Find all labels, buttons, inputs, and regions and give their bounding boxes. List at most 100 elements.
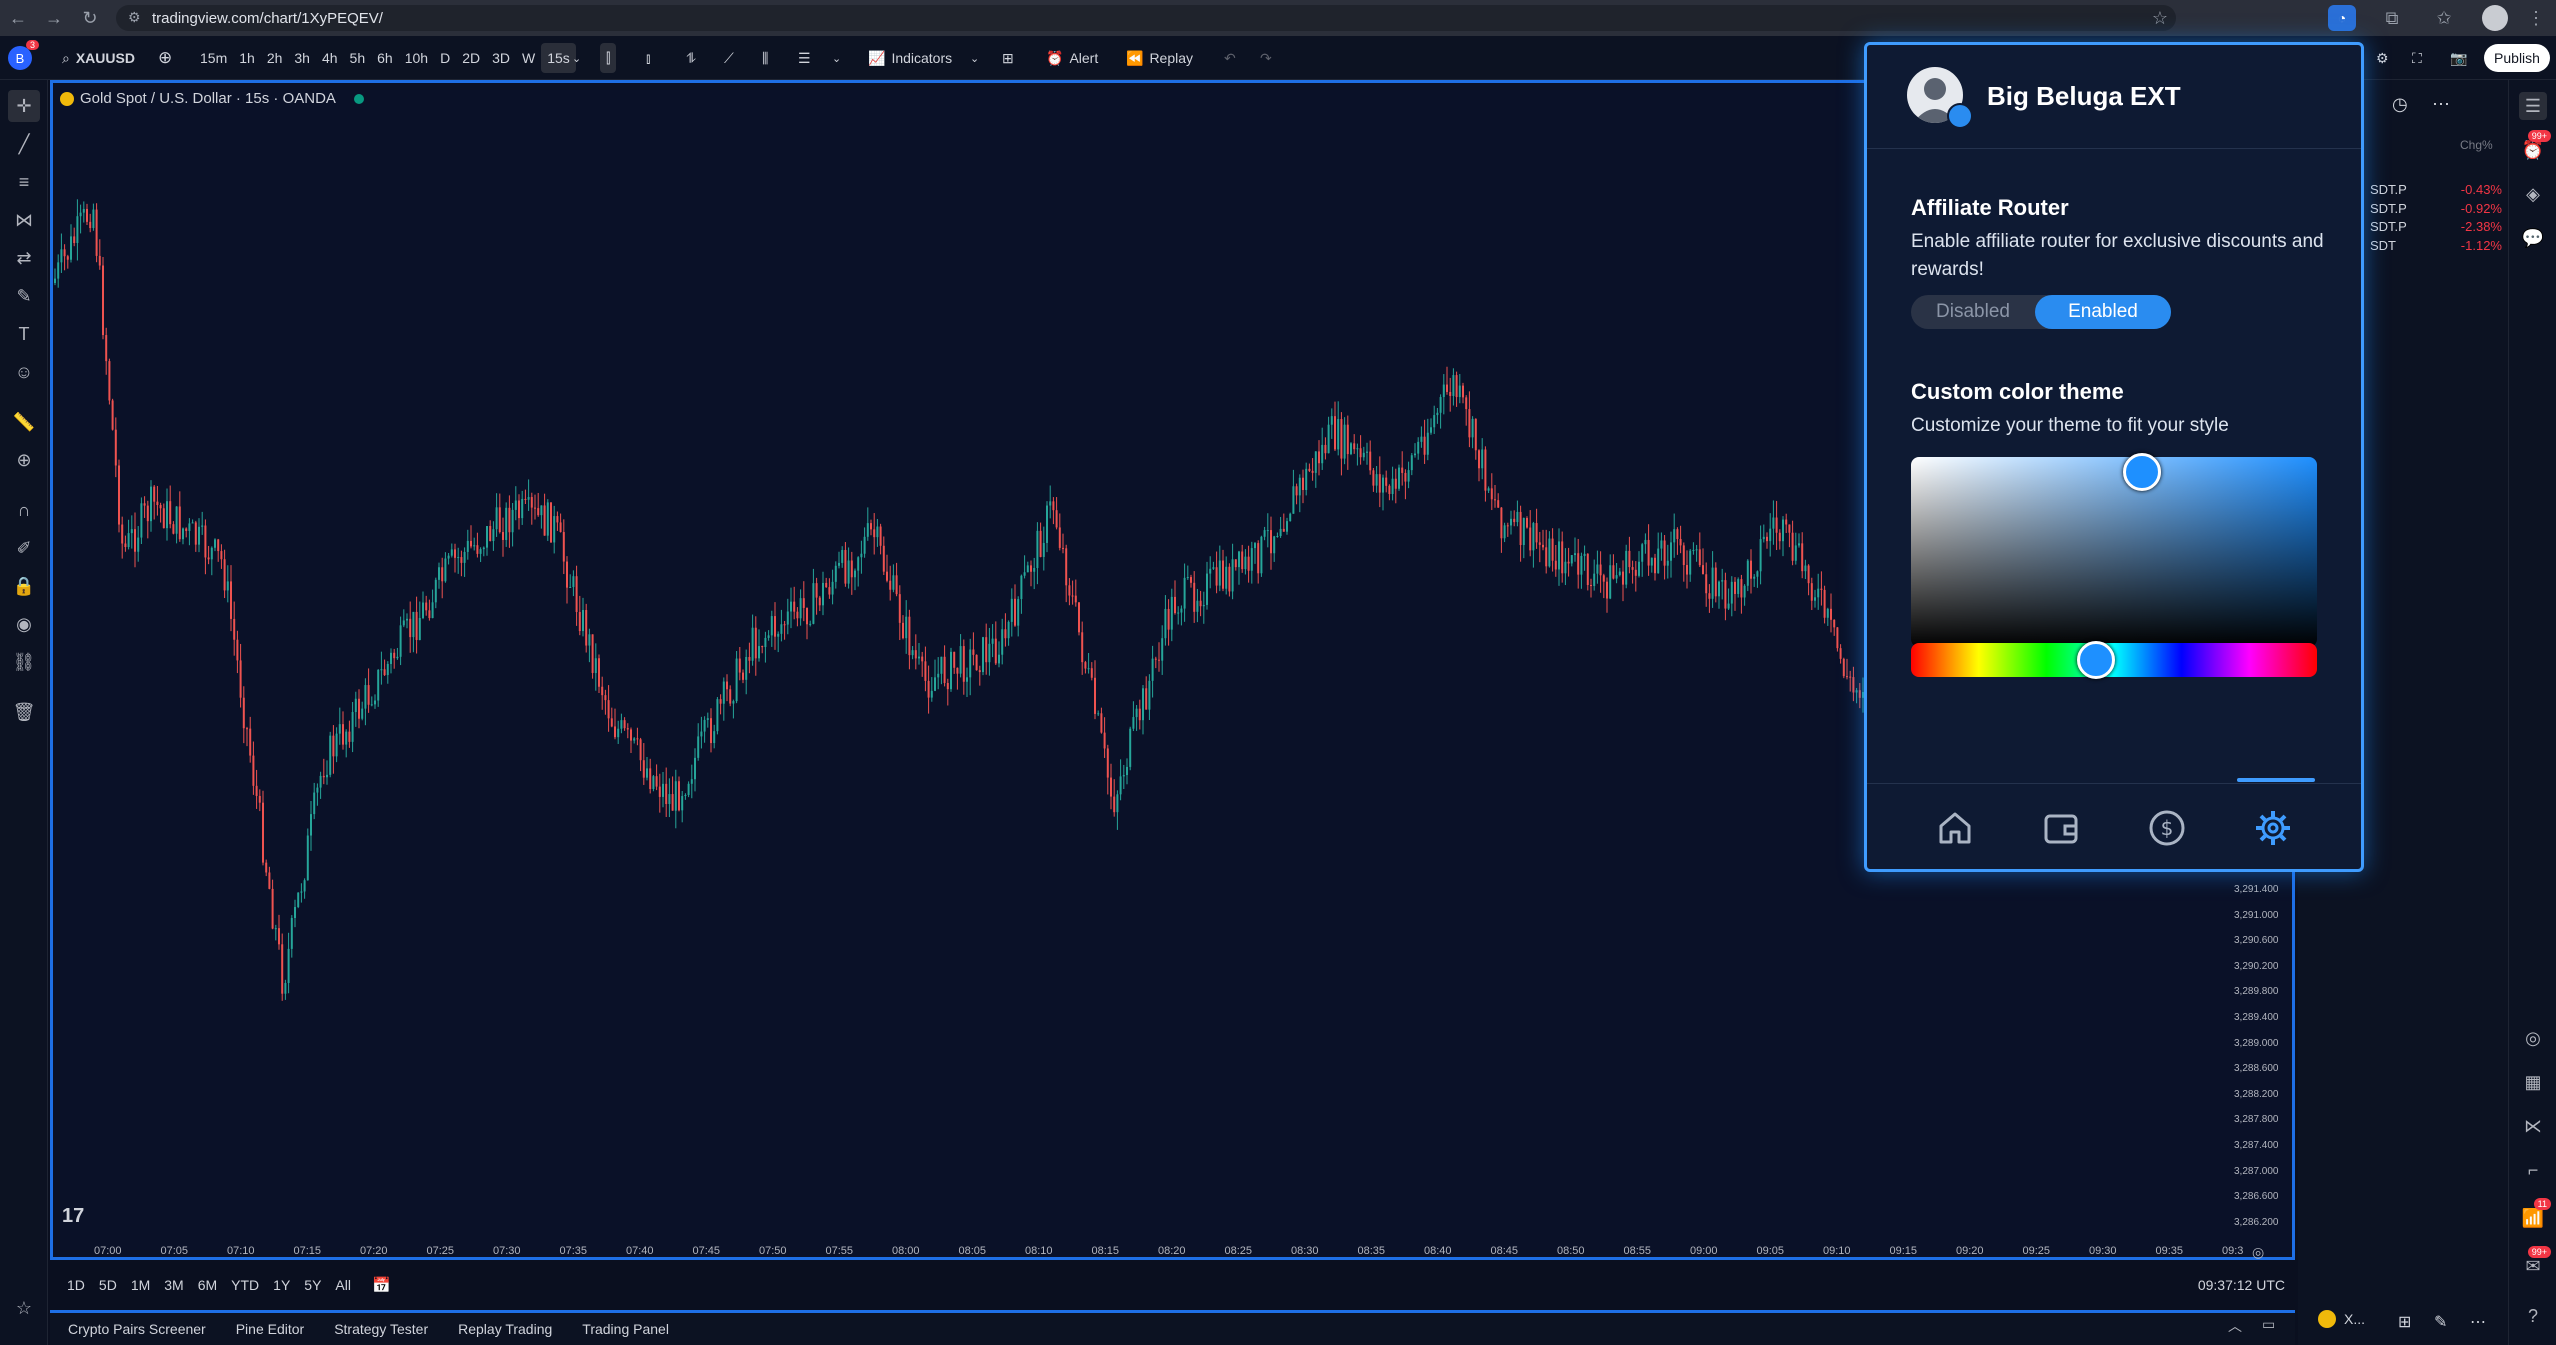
more-icon[interactable]: ⋯: [2470, 1312, 2486, 1332]
range-5d[interactable]: 5D: [92, 1277, 124, 1293]
lock-icon[interactable]: 🔒: [8, 570, 40, 602]
layout-grid-icon[interactable]: ⊞: [2398, 1312, 2411, 1332]
interval-1h[interactable]: 1h: [233, 43, 261, 73]
forecast-icon[interactable]: ⇄: [8, 242, 40, 274]
watchlist-footer[interactable]: X...: [2318, 1310, 2365, 1328]
indicators-dropdown-icon[interactable]: ⌄: [964, 43, 985, 73]
dollar-icon[interactable]: $: [2143, 804, 2191, 852]
watchlist-row[interactable]: SDT.P -0.92%: [2370, 201, 2502, 216]
panel-tab[interactable]: Crypto Pairs Screener: [56, 1321, 218, 1337]
emoji-icon[interactable]: ☺: [8, 356, 40, 388]
range-6m[interactable]: 6M: [191, 1277, 224, 1293]
ruler-icon[interactable]: 📏: [8, 406, 40, 438]
settings-icon[interactable]: ⚙: [2370, 43, 2395, 73]
watchlist-icon[interactable]: ☰: [2519, 92, 2547, 120]
trash-icon[interactable]: 🗑: [8, 696, 40, 728]
layout-icon[interactable]: ⊞: [996, 43, 1020, 73]
tv-logo[interactable]: B 3: [8, 40, 40, 70]
affiliate-toggle[interactable]: Disabled Enabled: [1911, 295, 2171, 329]
candles-icon[interactable]: ⫿: [600, 43, 617, 73]
home-icon[interactable]: [1931, 804, 1979, 852]
pencil-lock-icon[interactable]: ✐: [8, 532, 40, 564]
toggle-disabled[interactable]: Disabled: [1911, 295, 2035, 329]
watchlist-row[interactable]: SDT -1.12%: [2370, 238, 2502, 253]
watchlist-clock-icon[interactable]: ◷: [2392, 94, 2408, 115]
interval-5h[interactable]: 5h: [344, 43, 372, 73]
hue-knob[interactable]: [2077, 641, 2115, 679]
interval-3h[interactable]: 3h: [288, 43, 316, 73]
utc-clock[interactable]: 09:37:12 UTC: [2198, 1277, 2285, 1293]
replay-button[interactable]: ⏪ Replay: [1120, 43, 1199, 73]
fullscreen-icon[interactable]: ⛶: [2406, 43, 2428, 73]
watchlist-more-icon[interactable]: ⋯: [2432, 94, 2450, 115]
interval-2h[interactable]: 2h: [261, 43, 289, 73]
text-icon[interactable]: T: [8, 318, 40, 350]
site-info-icon[interactable]: ⚙: [128, 9, 141, 26]
interval-4h[interactable]: 4h: [316, 43, 344, 73]
columns-icon[interactable]: ☰: [792, 43, 817, 73]
panel-tab[interactable]: Pine Editor: [224, 1321, 316, 1337]
undo-icon[interactable]: ↶: [1218, 43, 1242, 73]
panel-tab[interactable]: Strategy Tester: [322, 1321, 440, 1337]
toggle-enabled[interactable]: Enabled: [2035, 295, 2171, 329]
calendar-icon[interactable]: 📅: [372, 1276, 391, 1294]
trendline-icon[interactable]: ╱: [8, 128, 40, 160]
extension-icon[interactable]: ◔: [2328, 5, 2356, 31]
panel-tab[interactable]: Trading Panel: [570, 1321, 681, 1337]
range-1y[interactable]: 1Y: [266, 1277, 297, 1293]
wallet-icon[interactable]: [2037, 804, 2085, 852]
redo-icon[interactable]: ↷: [1254, 43, 1278, 73]
range-ytd[interactable]: YTD: [224, 1277, 266, 1293]
magnet-icon[interactable]: ∩: [8, 494, 40, 526]
menu-icon[interactable]: ⋮: [2520, 2, 2552, 34]
saturation-knob[interactable]: [2123, 453, 2161, 491]
axis-settings-icon[interactable]: ◎: [2252, 1244, 2264, 1261]
alert-button[interactable]: ⏰ Alert: [1040, 43, 1104, 73]
interval-dropdown-icon[interactable]: ⌄: [566, 43, 587, 73]
edit-icon[interactable]: ✎: [2434, 1312, 2447, 1332]
watchlist-row[interactable]: SDT.P -0.43%: [2370, 182, 2502, 197]
chart-right-icon[interactable]: ⌐: [2519, 1156, 2547, 1184]
chart-type-dropdown-icon[interactable]: ⌄: [826, 43, 847, 73]
maximize-panel-icon[interactable]: ▭: [2262, 1316, 2275, 1333]
range-5y[interactable]: 5Y: [297, 1277, 328, 1293]
interval-3D[interactable]: 3D: [486, 43, 516, 73]
forward-icon[interactable]: →: [38, 2, 70, 34]
line-chart-icon[interactable]: ⟋: [718, 43, 740, 73]
interval-W[interactable]: W: [516, 43, 541, 73]
symbol-search[interactable]: ⌕ XAUUSD: [56, 43, 141, 73]
bars-icon[interactable]: ⫾: [640, 43, 656, 73]
alerts-icon[interactable]: ⏰ 99+: [2519, 130, 2551, 164]
reload-icon[interactable]: ↻: [74, 2, 106, 34]
watchlist-row[interactable]: SDT.P -2.38%: [2370, 219, 2502, 234]
camera-icon[interactable]: 📷: [2444, 43, 2473, 73]
chat-icon[interactable]: 💬: [2519, 224, 2547, 252]
eye-icon[interactable]: ◉: [8, 608, 40, 640]
pattern-icon[interactable]: ⋈: [8, 204, 40, 236]
interval-15m[interactable]: 15m: [194, 43, 233, 73]
target-icon[interactable]: ◎: [2519, 1024, 2547, 1052]
profile-icon[interactable]: [2482, 5, 2508, 31]
back-icon[interactable]: ←: [2, 2, 34, 34]
favorites-star-icon[interactable]: ☆: [8, 1292, 40, 1324]
link-icon[interactable]: ⛓: [8, 646, 40, 678]
range-1m[interactable]: 1M: [124, 1277, 157, 1293]
layers-icon[interactable]: ◈: [2519, 180, 2547, 208]
interval-10h[interactable]: 10h: [399, 43, 434, 73]
range-1d[interactable]: 1D: [60, 1277, 92, 1293]
indicators-button[interactable]: 📈 Indicators: [862, 43, 958, 73]
hollow-candles-icon[interactable]: ⫼: [756, 43, 774, 73]
star-icon[interactable]: ☆: [2144, 2, 2176, 34]
help-icon[interactable]: ?: [2519, 1302, 2547, 1330]
zoom-icon[interactable]: ⊕: [8, 444, 40, 476]
bookmarks-icon[interactable]: ✩: [2428, 2, 2460, 34]
compare-button[interactable]: ⊕: [152, 43, 178, 73]
brush-icon[interactable]: ✎: [8, 280, 40, 312]
heikin-icon[interactable]: ⥮: [680, 43, 702, 73]
crosshair-icon[interactable]: ✛: [8, 90, 40, 122]
address-bar[interactable]: ⚙ tradingview.com/chart/1XyPEQEV/: [116, 5, 2176, 31]
fib-icon[interactable]: ≡: [8, 166, 40, 198]
puzzle-icon[interactable]: ⧉: [2376, 2, 2408, 34]
interval-2D[interactable]: 2D: [456, 43, 486, 73]
color-saturation-picker[interactable]: [1911, 457, 2317, 647]
